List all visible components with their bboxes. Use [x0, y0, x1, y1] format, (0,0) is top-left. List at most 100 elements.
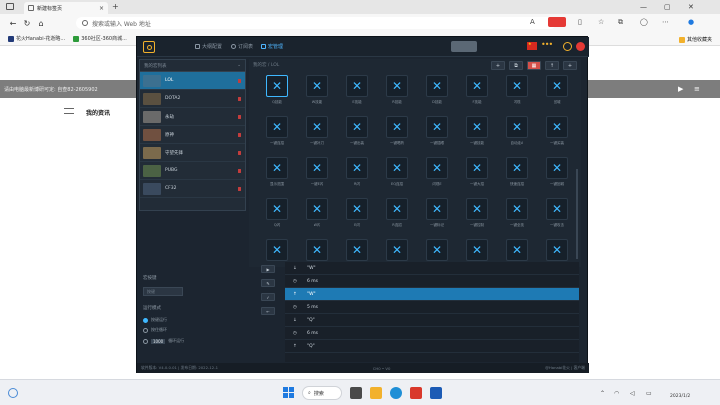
macro-list-item[interactable]: LOL — [140, 72, 245, 90]
delete-icon[interactable] — [238, 150, 241, 155]
browser-tab[interactable]: 新建标签页 × — [24, 2, 108, 14]
tab-macro-manage[interactable]: 宏管理 — [261, 43, 283, 50]
macro-key-item[interactable]: ✕ 一键回城 — [537, 153, 577, 194]
start-icon[interactable] — [283, 387, 295, 399]
more-menu-icon[interactable]: ••• — [541, 40, 553, 49]
edit-button[interactable]: ✎ — [261, 279, 275, 287]
delete-icon[interactable] — [238, 96, 241, 101]
volume-icon[interactable]: ◁ — [630, 390, 635, 397]
sequence-step[interactable]: ◷ 6 ms — [285, 327, 579, 340]
weather-icon[interactable] — [8, 388, 18, 398]
play-icon[interactable]: ▶ — [678, 85, 683, 93]
trigger-key-input[interactable]: 按键 — [143, 287, 183, 296]
home-icon[interactable]: ⌂ — [34, 19, 48, 28]
macro-list-item[interactable]: CF32 — [140, 180, 245, 198]
macro-key-item[interactable]: ✕ E技能 — [337, 71, 377, 112]
macro-key-item[interactable]: ✕ F技能 — [457, 71, 497, 112]
other-favorites[interactable]: 其他收藏夹 — [678, 36, 712, 43]
split-screen-icon[interactable]: ▯ — [578, 18, 582, 26]
taskbar-search[interactable]: ⌕ 搜索 — [302, 386, 342, 400]
macro-list-item[interactable]: DOTA2 — [140, 90, 245, 108]
tab-outline[interactable]: 大纲配置 — [195, 43, 222, 50]
sequence-step[interactable]: ◷ 6 ms — [285, 275, 579, 288]
macro-key-item[interactable]: ✕ 一键插眼 — [417, 112, 457, 153]
macro-key-item[interactable]: ✕ 一键喝药 — [377, 112, 417, 153]
delete-icon[interactable] — [238, 168, 241, 173]
address-input[interactable]: 搜索或输入 Web 地址 — [76, 17, 556, 29]
import-button[interactable]: ↑ — [545, 60, 559, 70]
macro-key-item[interactable]: ✕ 一键出装 — [337, 112, 377, 153]
macro-key-item[interactable]: ✕ 一键标记 — [417, 194, 457, 235]
refresh-icon[interactable]: ↻ — [20, 19, 34, 28]
collections-icon[interactable]: ⧉ — [618, 18, 623, 27]
sequence-step[interactable]: ↓ "Q" — [285, 314, 579, 327]
task-view-icon[interactable] — [350, 387, 362, 399]
sequence-step[interactable]: ↑ "Q" — [285, 340, 579, 353]
macro-key-item[interactable]: ✕ 一键补刀 — [297, 112, 337, 153]
sequence-step[interactable]: ↓ "W" — [285, 262, 579, 275]
sequence-step[interactable]: ↑ "W" — [285, 288, 579, 301]
macro-key-item[interactable]: ✕ 一键连招 — [257, 112, 297, 153]
macro-key-item[interactable]: ✕ 一键全技 — [497, 194, 537, 235]
macro-key-item[interactable]: ✕ R技能 — [377, 71, 417, 112]
macro-key-item[interactable]: ✕ W技能 — [297, 71, 337, 112]
maximize-window-icon[interactable]: ▢ — [664, 0, 671, 14]
loop-count-input[interactable]: 1000 — [151, 338, 166, 344]
wifi-icon[interactable]: ◠ — [614, 390, 619, 397]
collapse-icon[interactable]: ⌄ — [237, 63, 241, 68]
delete-icon[interactable] — [238, 114, 241, 119]
back-button[interactable]: ← — [261, 307, 275, 315]
grid-scrollbar[interactable] — [576, 169, 578, 259]
delete-icon[interactable] — [238, 132, 241, 137]
favorite-item[interactable]: 花火Hanabi-花逝略... — [8, 35, 65, 42]
delete-macro-button[interactable]: ▦ — [527, 60, 541, 70]
word-icon[interactable] — [430, 387, 442, 399]
app-close-icon[interactable] — [576, 42, 585, 51]
macro-key-item[interactable]: ✕ 一键技能 — [457, 112, 497, 153]
macro-key-item[interactable]: ✕ 一键买装 — [537, 112, 577, 153]
favorites-icon[interactable]: ☆ — [598, 18, 604, 26]
macro-key-item[interactable]: ✕ 回城 — [537, 71, 577, 112]
add-macro-button[interactable]: + — [491, 60, 505, 70]
tab-actions-icon[interactable] — [6, 3, 14, 10]
macro-list-item[interactable]: 守望先锋 — [140, 144, 245, 162]
record-play-button[interactable]: ▶ — [261, 265, 275, 273]
delete-icon[interactable] — [238, 186, 241, 191]
macro-key-item[interactable]: ✕ 一键E闪 — [297, 153, 337, 194]
more-icon[interactable]: ⋯ — [662, 18, 669, 26]
macro-key-item[interactable]: ✕ 快速连招 — [497, 153, 537, 194]
macro-key-item[interactable]: ✕ E闪 — [337, 194, 377, 235]
macro-key-item[interactable]: ✕ 一键攻击 — [537, 194, 577, 235]
macro-key-item[interactable]: ✕ 自动走A — [497, 112, 537, 153]
extension-badge[interactable] — [548, 17, 566, 27]
read-aloud-icon[interactable]: A — [530, 18, 535, 26]
confirm-button[interactable]: ✓ — [261, 293, 275, 301]
macro-list-item[interactable]: PUBG — [140, 162, 245, 180]
device-badge[interactable] — [451, 41, 477, 52]
macro-list-item[interactable]: 原神 — [140, 126, 245, 144]
menu-icon[interactable]: ≡ — [694, 85, 700, 93]
macro-key-item[interactable]: ✕ Q闪 — [257, 194, 297, 235]
close-tab-icon[interactable]: × — [99, 5, 104, 12]
macro-key-item[interactable]: ✕ 一键大招 — [457, 153, 497, 194]
file-explorer-icon[interactable] — [370, 387, 382, 399]
mode-radio-press[interactable]: 按键运行 — [143, 317, 167, 323]
tray-chevron-icon[interactable]: ⌃ — [600, 390, 605, 397]
sequence-step[interactable]: ◷ 5 ms — [285, 301, 579, 314]
battery-icon[interactable]: ▭ — [646, 390, 652, 397]
mode-radio-loop[interactable]: 1000 循环运行 — [143, 338, 184, 344]
tab-subscription[interactable]: 订阅表 — [231, 43, 253, 50]
office-icon[interactable] — [410, 387, 422, 399]
macro-key-item[interactable]: ✕ W闪 — [297, 194, 337, 235]
app-minimize-icon[interactable] — [563, 42, 572, 51]
macro-key-item[interactable]: ✕ 闪现E — [417, 153, 457, 194]
new-key-button[interactable]: + — [563, 60, 577, 70]
language-flag-icon[interactable] — [527, 41, 537, 50]
macro-key-item[interactable]: ✕ D技能 — [417, 71, 457, 112]
minimize-window-icon[interactable]: — — [640, 0, 647, 14]
new-tab-icon[interactable]: + — [112, 2, 119, 11]
close-window-icon[interactable]: ✕ — [688, 0, 694, 14]
macro-key-item[interactable]: ✕ R连招 — [377, 194, 417, 235]
macro-list-item[interactable]: 永劫 — [140, 108, 245, 126]
macro-key-item[interactable]: ✕ 一键控制 — [457, 194, 497, 235]
